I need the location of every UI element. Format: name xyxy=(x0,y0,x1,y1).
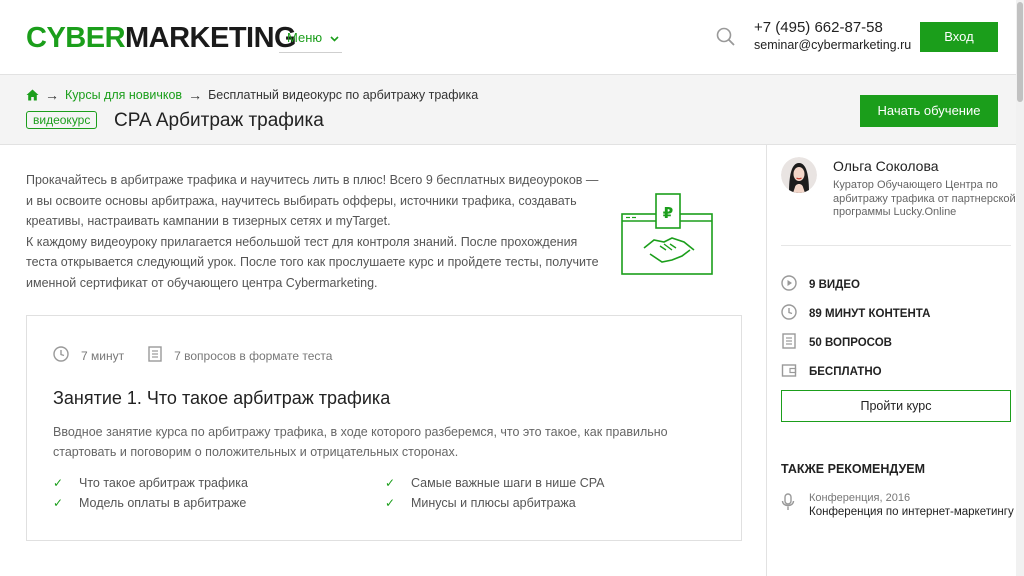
course-sidebar: Ольга Соколова Куратор Обучающего Центра… xyxy=(766,145,1016,576)
lesson-title[interactable]: Занятие 1. Что такое арбитраж трафика xyxy=(53,386,390,410)
author-name: Ольга Соколова xyxy=(833,158,939,174)
svg-text:₽: ₽ xyxy=(663,204,673,222)
wallet-icon xyxy=(781,362,809,381)
author-card: Ольга Соколова Куратор Обучающего Центра… xyxy=(781,157,1023,220)
contact-block: +7 (495) 662-87-58 seminar@cybermarketin… xyxy=(754,19,911,53)
list-item: ✓ Минусы и плюсы арбитража xyxy=(385,493,717,513)
check-icon: ✓ xyxy=(385,496,396,510)
recommendation-meta: Конференция, 2016 xyxy=(809,492,911,504)
lesson-point-text: Самые важные шаги в нише CPA xyxy=(411,476,605,490)
author-info: Ольга Соколова Куратор Обучающего Центра… xyxy=(833,157,1023,220)
lesson-questions: 7 вопросов в формате теста xyxy=(148,346,332,365)
lesson-point-text: Модель оплаты в арбитраже xyxy=(79,496,247,510)
logo-part-marketing: MARKETING xyxy=(125,22,297,54)
page-title: CPA Арбитраж трафика xyxy=(114,110,324,131)
lesson-duration-text: 7 минут xyxy=(81,348,125,363)
breadcrumb-current: Бесплатный видеокурс по арбитражу трафик… xyxy=(208,88,479,102)
scrollbar[interactable] xyxy=(1016,0,1024,576)
email-address[interactable]: seminar@cybermarketing.ru xyxy=(754,37,911,53)
lesson-description: Вводное занятие курса по арбитражу трафи… xyxy=(53,425,668,459)
course-stats: 9 ВИДЕО 89 МИНУТ КОНТЕНТА 50 ВОПРОСОВ БЕ… xyxy=(781,270,930,386)
start-learning-button[interactable]: Начать обучение xyxy=(860,95,998,127)
course-intro: Прокачайтесь в арбитраже трафика и научи… xyxy=(26,170,606,293)
microphone-icon xyxy=(781,491,809,520)
lesson-duration: 7 минут xyxy=(53,346,124,365)
lesson-questions-text: 7 вопросов в формате теста xyxy=(174,348,333,363)
lesson-card: 7 минут 7 вопросов в формате теста Занят… xyxy=(26,315,742,541)
play-icon xyxy=(781,275,809,294)
recommend-title: ТАКЖЕ РЕКОМЕНДУЕМ xyxy=(781,462,926,476)
stat-questions: 50 ВОПРОСОВ xyxy=(781,328,930,357)
document-icon xyxy=(148,346,174,365)
lesson-meta: 7 минут 7 вопросов в формате теста xyxy=(53,346,356,365)
search-icon[interactable] xyxy=(716,27,736,47)
stat-videos-text: 9 ВИДЕО xyxy=(809,278,860,291)
phone-number[interactable]: +7 (495) 662-87-58 xyxy=(754,19,911,37)
list-item: ✓ Что такое арбитраж трафика xyxy=(53,473,385,493)
site-header: CYBERMARKETING Меню +7 (495) 662-87-58 s… xyxy=(0,0,1016,74)
stat-videos: 9 ВИДЕО xyxy=(781,270,930,299)
lesson-points: ✓ Что такое арбитраж трафика ✓ Самые важны… xyxy=(53,473,723,513)
login-button[interactable]: Вход xyxy=(920,22,998,52)
logo-part-cyber: CYBER xyxy=(26,22,126,54)
breadcrumb-link-beginner-courses[interactable]: Курсы для новичков xyxy=(65,87,182,103)
logo[interactable]: CYBERMARKETING xyxy=(26,22,297,54)
stat-price-text: БЕСПЛАТНО xyxy=(809,365,882,378)
check-icon: ✓ xyxy=(53,496,64,510)
course-type-badge: видеокурс xyxy=(26,111,98,129)
clock-icon xyxy=(781,304,809,323)
document-icon xyxy=(781,333,809,352)
list-item: ✓ Самые важные шаги в нише CPA xyxy=(385,473,717,493)
stat-minutes-text: 89 МИНУТ КОНТЕНТА xyxy=(809,307,931,320)
handshake-icon: ₽ xyxy=(620,192,716,276)
stat-questions-text: 50 ВОПРОСОВ xyxy=(809,336,892,349)
breadcrumb: → Курсы для новичков → Бесплатный видеок… xyxy=(26,87,478,103)
take-course-button[interactable]: Пройти курс xyxy=(781,390,1011,422)
check-icon: ✓ xyxy=(53,476,64,490)
menu-dropdown[interactable]: Меню xyxy=(279,26,342,53)
check-icon: ✓ xyxy=(385,476,396,490)
breadcrumb-separator: → xyxy=(45,87,59,103)
stat-minutes: 89 МИНУТ КОНТЕНТА xyxy=(781,299,930,328)
menu-label: Меню xyxy=(287,30,323,45)
home-icon[interactable] xyxy=(26,89,39,101)
stat-price: БЕСПЛАТНО xyxy=(781,357,930,386)
lesson-point-text: Минусы и плюсы арбитража xyxy=(411,496,576,510)
lesson-point-text: Что такое арбитраж трафика xyxy=(79,476,248,490)
recommendation-item[interactable]: Конференция, 2016 Конференция по интерне… xyxy=(781,491,1014,520)
chevron-down-icon xyxy=(330,28,339,52)
intro-paragraph: К каждому видеоуроку прилагается небольш… xyxy=(26,234,599,290)
breadcrumb-separator: → xyxy=(188,87,203,103)
list-item: ✓ Модель оплаты в арбитраже xyxy=(53,493,385,513)
recommendation-name[interactable]: Конференция по интернет-маркетингу xyxy=(809,505,1014,520)
author-role: Куратор Обучающего Центра по арбитражу т… xyxy=(833,179,1016,218)
clock-icon xyxy=(53,346,81,365)
intro-paragraph: Прокачайтесь в арбитраже трафика и научи… xyxy=(26,173,599,228)
avatar xyxy=(781,157,817,193)
scrollbar-thumb[interactable] xyxy=(1017,2,1023,102)
divider xyxy=(781,245,1011,246)
